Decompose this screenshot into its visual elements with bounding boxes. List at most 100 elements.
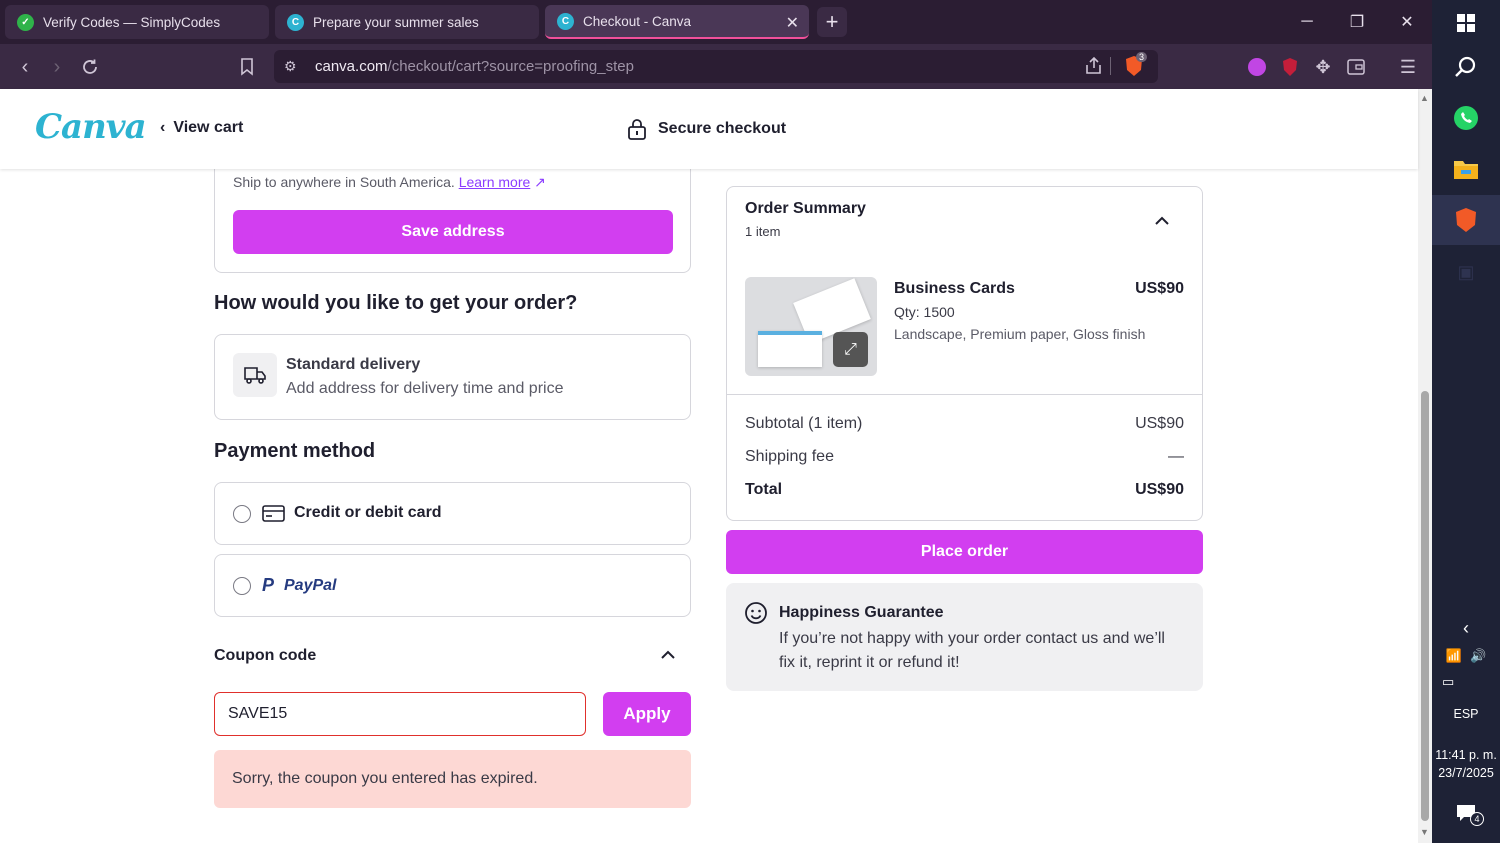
product-description: Landscape, Premium paper, Gloss finish xyxy=(894,326,1146,342)
tab-summer-sales[interactable]: C Prepare your summer sales xyxy=(275,5,539,39)
scrollbar-thumb[interactable] xyxy=(1421,391,1429,821)
delivery-option-subtitle: Add address for delivery time and price xyxy=(286,380,564,397)
url-text: canva.com/checkout/cart?source=proofing_… xyxy=(315,58,634,75)
total-value: US$90 xyxy=(1135,481,1184,498)
guarantee-text: If you’re not happy with your order cont… xyxy=(779,630,1165,671)
extensions-puzzle-icon[interactable]: ✥ xyxy=(1311,55,1335,79)
card-payment-option[interactable]: Credit or debit card xyxy=(214,482,691,545)
close-window-button[interactable]: ✕ xyxy=(1382,0,1432,44)
card-radio[interactable] xyxy=(233,505,251,523)
brave-shields-icon[interactable]: 3 xyxy=(1124,52,1148,77)
clock-date[interactable]: 23/7/2025 xyxy=(1432,764,1500,782)
chevron-left-icon[interactable]: ‹ xyxy=(1432,616,1500,640)
windows-taskbar: ▣ ‹ 📶 🔊 ▭ ESP 11:41 p. m. 23/7/2025 4 xyxy=(1432,0,1500,843)
coupon-collapse-chevron-icon[interactable] xyxy=(658,645,678,670)
volume-icon[interactable]: 🔊 xyxy=(1470,648,1486,664)
standard-delivery-option[interactable]: Standard delivery Add address for delive… xyxy=(214,334,691,420)
business-cards-thumbnail[interactable]: ⤢ xyxy=(745,277,877,376)
page-scrollbar[interactable]: ▲ ▼ xyxy=(1418,89,1432,843)
subtotal-row: Subtotal (1 item) US$90 xyxy=(745,415,1184,433)
simplycodes-icon: ✓ xyxy=(17,13,34,31)
shipping-label: Shipping fee xyxy=(745,448,834,465)
site-settings-icon[interactable]: ⚙ xyxy=(284,58,297,75)
restore-button[interactable]: ❐ xyxy=(1332,0,1382,44)
paypal-radio[interactable] xyxy=(233,577,251,595)
bookmark-icon[interactable] xyxy=(235,55,259,79)
product-price: US$90 xyxy=(1135,280,1184,297)
page-header: Canva ‹ View cart Secure checkout xyxy=(0,89,1418,169)
apply-coupon-button[interactable]: Apply xyxy=(603,692,691,736)
subtotal-label: Subtotal (1 item) xyxy=(745,415,863,432)
paypal-payment-option[interactable]: P PayPal xyxy=(214,554,691,617)
brave-taskbar-icon[interactable] xyxy=(1432,195,1500,245)
secure-checkout-label: Secure checkout xyxy=(627,118,786,140)
network-volume-icons[interactable]: 📶 🔊 xyxy=(1432,645,1500,667)
tab-title: Prepare your summer sales xyxy=(313,14,479,30)
close-tab-icon[interactable]: ✕ xyxy=(786,13,799,33)
wifi-icon[interactable]: 📶 xyxy=(1446,648,1462,664)
divider xyxy=(1110,57,1111,75)
new-tab-button[interactable]: + xyxy=(817,7,847,37)
guarantee-title: Happiness Guarantee xyxy=(779,604,944,621)
product-qty: Qty: 1500 xyxy=(894,304,955,320)
order-summary-title: Order Summary xyxy=(745,200,866,217)
total-label: Total xyxy=(745,481,783,498)
scroll-up-icon[interactable]: ▲ xyxy=(1420,93,1429,103)
menu-icon[interactable]: ☰ xyxy=(1396,55,1420,79)
canva-favicon-icon: C xyxy=(557,12,574,30)
scroll-down-icon[interactable]: ▼ xyxy=(1420,827,1429,837)
notifications-icon[interactable]: 4 xyxy=(1432,800,1500,826)
back-icon[interactable]: ‹ xyxy=(13,55,37,79)
coupon-error-message: Sorry, the coupon you entered has expire… xyxy=(214,750,691,808)
credit-card-icon xyxy=(262,505,285,522)
battery-icon[interactable]: ▭ xyxy=(1432,672,1500,692)
search-icon[interactable] xyxy=(1432,50,1500,84)
coupon-error-text: Sorry, the coupon you entered has expire… xyxy=(232,770,538,787)
happiness-guarantee-box: Happiness Guarantee If you’re not happy … xyxy=(726,583,1203,691)
app-icon[interactable]: ▣ xyxy=(1432,258,1500,286)
windows-start-icon[interactable] xyxy=(1432,8,1500,38)
whatsapp-icon[interactable] xyxy=(1432,100,1500,136)
save-address-button[interactable]: Save address xyxy=(233,210,673,254)
summary-collapse-chevron-icon[interactable] xyxy=(1152,211,1172,236)
canva-favicon-icon: C xyxy=(287,13,304,31)
notification-count-badge: 4 xyxy=(1470,812,1484,826)
external-link-icon: ↗ xyxy=(534,174,546,190)
tab-verify-codes[interactable]: ✓ Verify Codes — SimplyCodes xyxy=(5,5,269,39)
file-explorer-icon[interactable] xyxy=(1432,152,1500,186)
product-name: Business Cards xyxy=(894,280,1015,297)
browser-toolbar: ‹ › ⚙ canva.com/checkout/cart?source=pro… xyxy=(0,44,1432,89)
subtotal-value: US$90 xyxy=(1135,415,1184,432)
ublock-icon[interactable] xyxy=(1278,55,1302,79)
ship-note: Ship to anywhere in South America. Learn… xyxy=(233,174,546,190)
address-bar[interactable]: ⚙ canva.com/checkout/cart?source=proofin… xyxy=(274,50,1158,83)
chevron-left-icon: ‹ xyxy=(160,119,166,136)
lock-icon xyxy=(628,119,646,140)
shields-count-badge: 3 xyxy=(1136,52,1148,62)
coupon-heading: Coupon code xyxy=(214,647,317,664)
order-summary-card: Order Summary 1 item ⤢ Business Cards US… xyxy=(726,186,1203,521)
payment-heading: Payment method xyxy=(214,440,376,462)
share-icon[interactable] xyxy=(1084,56,1104,81)
extension-icon[interactable] xyxy=(1245,55,1269,79)
card-option-label: Credit or debit card xyxy=(294,504,442,521)
place-order-button[interactable]: Place order xyxy=(726,530,1203,574)
language-indicator[interactable]: ESP xyxy=(1432,704,1500,724)
paypal-label: PayPal xyxy=(284,577,337,594)
order-item-count: 1 item xyxy=(745,224,781,239)
clock-time[interactable]: 11:41 p. m. xyxy=(1432,746,1500,764)
tab-checkout-canva[interactable]: C Checkout - Canva ✕ xyxy=(545,5,809,39)
card-mockup-front xyxy=(758,331,822,367)
wallet-icon[interactable] xyxy=(1344,55,1368,79)
shipping-value: — xyxy=(1168,448,1184,465)
minimize-button[interactable]: ─ xyxy=(1282,0,1332,44)
view-cart-link[interactable]: ‹ View cart xyxy=(160,119,243,137)
expand-icon[interactable]: ⤢ xyxy=(833,332,868,367)
coupon-input-value: SAVE15 xyxy=(228,705,288,722)
learn-more-link[interactable]: Learn more xyxy=(459,174,531,190)
coupon-input[interactable]: SAVE15 xyxy=(214,692,586,736)
forward-icon[interactable]: › xyxy=(45,55,69,79)
canva-logo[interactable]: Canva xyxy=(35,107,147,147)
reload-icon[interactable] xyxy=(78,55,102,79)
shipping-row: Shipping fee — xyxy=(745,448,1184,466)
